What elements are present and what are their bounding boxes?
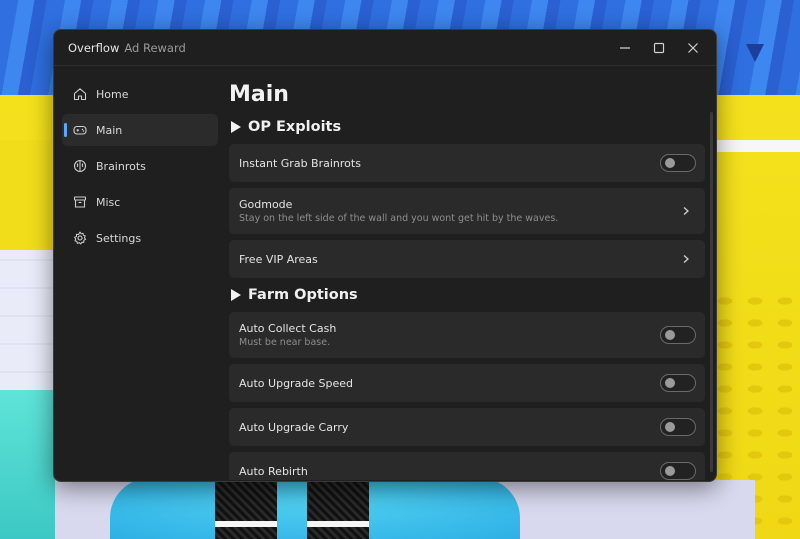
option-auto-rebirth[interactable]: Auto Rebirth <box>229 452 705 480</box>
bg-white-ledge <box>717 140 800 152</box>
toggle-knob <box>665 330 675 340</box>
sidebar-item-brainrots[interactable]: Brainrots <box>62 150 218 182</box>
gear-icon <box>72 230 88 246</box>
minimize-icon <box>620 47 630 49</box>
option-auto-collect-cash[interactable]: Auto Collect Cash Must be near base. <box>229 312 705 358</box>
toggle-knob <box>665 378 675 388</box>
close-button[interactable] <box>676 36 710 60</box>
bg-cone <box>746 44 764 62</box>
sidebar-item-misc[interactable]: Misc <box>62 186 218 218</box>
sidebar-item-label: Home <box>96 87 129 101</box>
brain-icon <box>72 158 88 174</box>
section-header-farm-options[interactable]: Farm Options <box>229 284 705 306</box>
gamepad-icon <box>72 122 88 138</box>
option-description: Must be near base. <box>239 337 331 348</box>
home-icon <box>72 86 88 102</box>
option-auto-upgrade-speed[interactable]: Auto Upgrade Speed <box>229 364 705 402</box>
auto-upgrade-carry-toggle[interactable] <box>660 418 696 436</box>
avatar-legs <box>215 478 375 539</box>
maximize-button[interactable] <box>642 36 676 60</box>
toggle-knob <box>665 466 675 476</box>
close-icon <box>688 43 698 53</box>
window-controls <box>608 36 710 60</box>
main-content: Main OP Exploits Instant Grab Brainrots … <box>229 80 705 480</box>
option-godmode[interactable]: Godmode Stay on the left side of the wal… <box>229 188 705 234</box>
option-description: Stay on the left side of the wall and yo… <box>239 213 559 224</box>
sidebar-item-settings[interactable]: Settings <box>62 222 218 254</box>
section-title: OP Exploits <box>248 119 342 135</box>
toggle-knob <box>665 158 675 168</box>
toggle-knob <box>665 422 675 432</box>
chevron-right-icon <box>683 207 689 215</box>
option-auto-upgrade-carry[interactable]: Auto Upgrade Carry <box>229 408 705 446</box>
option-title: Instant Grab Brainrots <box>239 156 361 170</box>
section-expand-icon <box>231 121 241 133</box>
section-expand-icon <box>231 289 241 301</box>
sidebar-item-home[interactable]: Home <box>62 78 218 110</box>
archive-icon <box>72 194 88 210</box>
auto-rebirth-toggle[interactable] <box>660 462 696 480</box>
option-title: Auto Collect Cash <box>239 322 337 335</box>
maximize-icon <box>653 42 665 54</box>
app-window: Overflow Ad Reward Home Main Brainrots M… <box>53 29 717 482</box>
sidebar: Home Main Brainrots Misc Settings <box>62 78 218 258</box>
bg-left-yellow <box>0 140 55 250</box>
sidebar-item-label: Main <box>96 123 123 137</box>
sidebar-item-main[interactable]: Main <box>62 114 218 146</box>
auto-collect-cash-toggle[interactable] <box>660 326 696 344</box>
window-title: Overflow <box>68 40 120 55</box>
option-title: Auto Rebirth <box>239 464 308 478</box>
sidebar-item-label: Misc <box>96 195 121 209</box>
auto-upgrade-speed-toggle[interactable] <box>660 374 696 392</box>
chevron-right-icon <box>683 255 689 263</box>
section-title: Farm Options <box>248 287 358 303</box>
option-instant-grab-brainrots[interactable]: Instant Grab Brainrots <box>229 144 705 182</box>
avatar-leg-left <box>215 478 277 539</box>
content-scrollbar[interactable] <box>710 112 713 472</box>
page-title: Main <box>229 82 289 107</box>
option-free-vip-areas[interactable]: Free VIP Areas <box>229 240 705 278</box>
option-title: Godmode <box>239 198 293 211</box>
titlebar[interactable]: Overflow Ad Reward <box>54 30 716 66</box>
section-header-op-exploits[interactable]: OP Exploits <box>229 116 705 138</box>
option-title: Auto Upgrade Carry <box>239 420 349 434</box>
sidebar-item-label: Settings <box>96 231 142 245</box>
minimize-button[interactable] <box>608 36 642 60</box>
avatar-leg-right <box>307 478 369 539</box>
window-subtitle: Ad Reward <box>124 40 186 55</box>
instant-grab-toggle[interactable] <box>660 154 696 172</box>
option-title: Auto Upgrade Speed <box>239 376 354 390</box>
sidebar-item-label: Brainrots <box>96 159 146 173</box>
option-title: Free VIP Areas <box>239 252 318 266</box>
